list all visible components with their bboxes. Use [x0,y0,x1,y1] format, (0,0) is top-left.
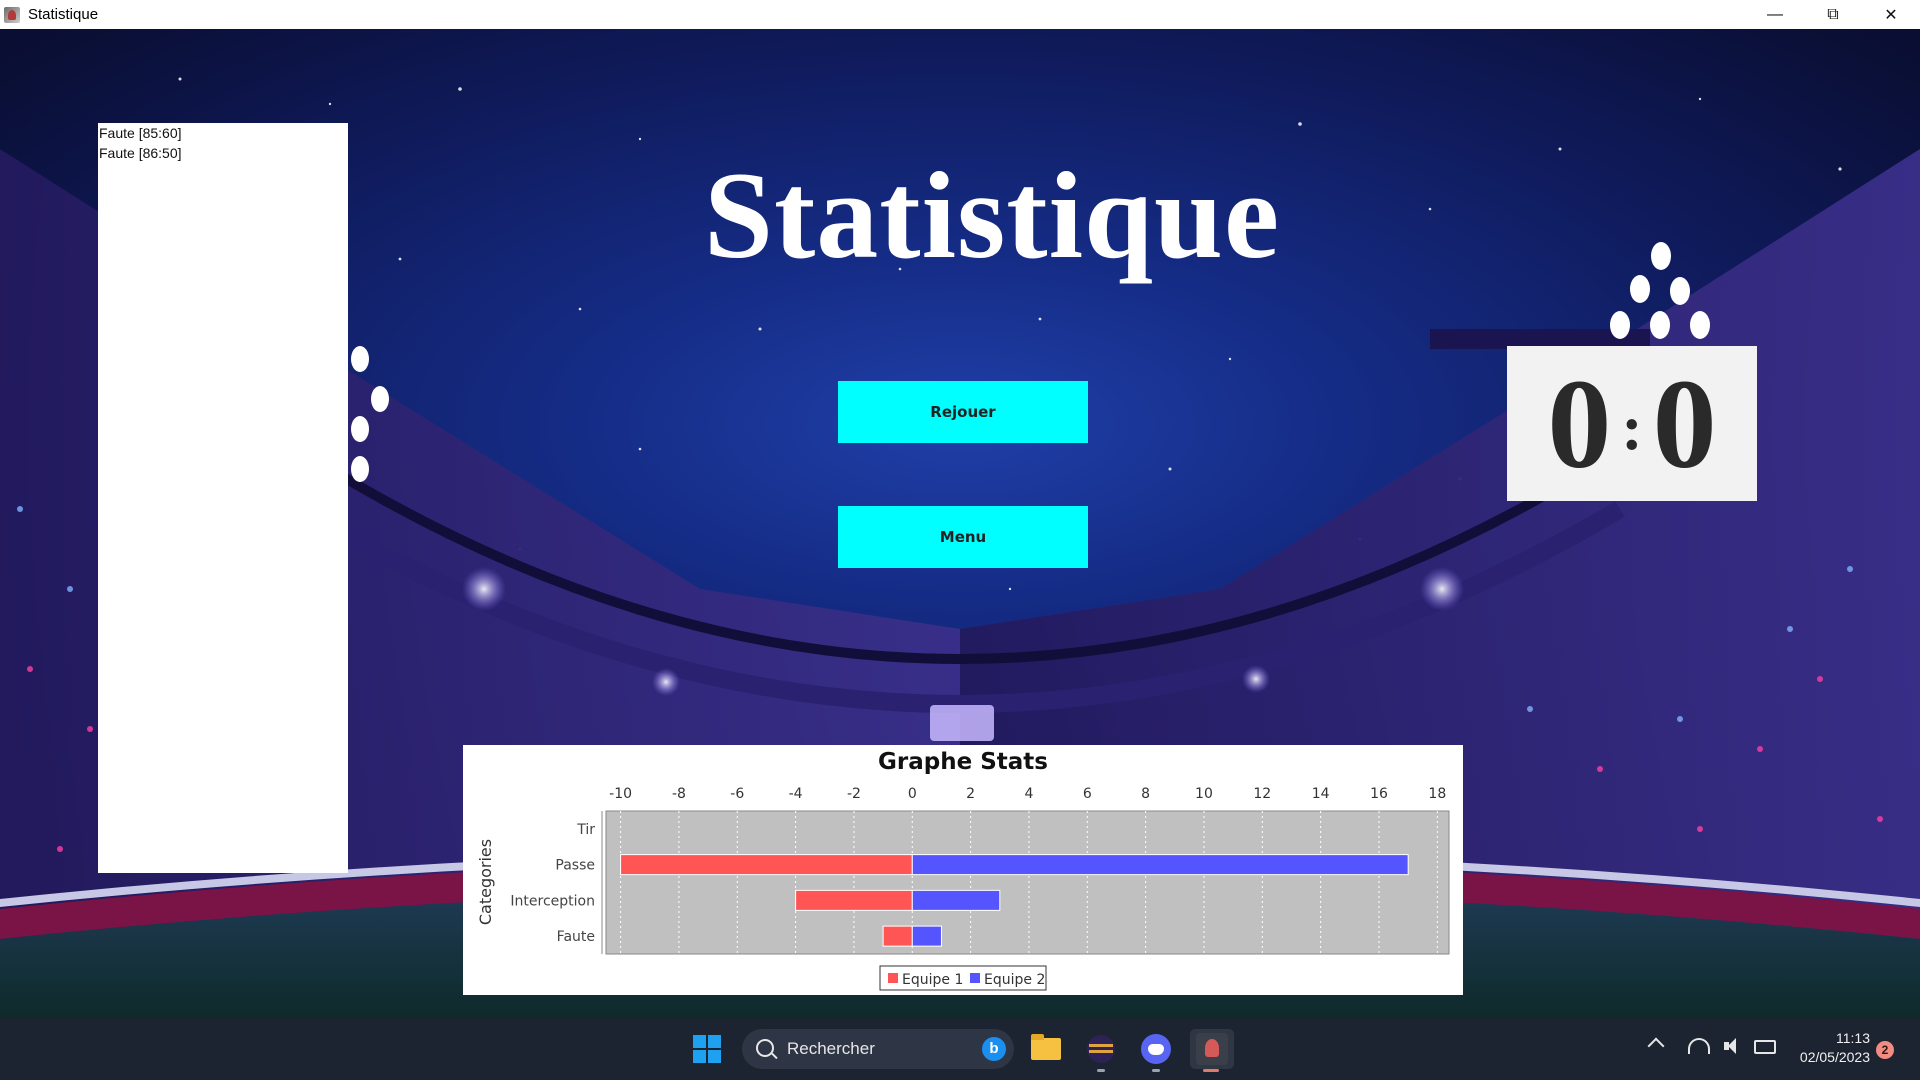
category-label: Faute [557,929,595,945]
windows-logo-tile [708,1050,721,1063]
close-button[interactable]: ✕ [1862,0,1920,29]
score-board: 0 : 0 [1507,346,1757,501]
windows-logo-tile [708,1035,721,1048]
minimize-icon: — [1767,5,1783,23]
log-line: Faute [85:60] [99,125,182,141]
bar-equipe2 [911,854,1409,876]
page-title-text: Statistique [704,147,1280,284]
clock-time: 11:13 [1836,1030,1870,1046]
bar-equipe2 [911,889,1001,911]
file-explorer-button[interactable] [1026,1029,1066,1069]
notification-badge[interactable]: 2 [1876,1041,1894,1059]
x-tick-label: 14 [1312,786,1330,802]
legend-swatch [970,973,980,983]
plot-area [605,810,1450,955]
rejouer-button[interactable]: Rejouer [838,381,1088,443]
tray-overflow-icon[interactable] [1647,1037,1665,1055]
eclipse-icon [1087,1035,1115,1063]
taskbar-search[interactable]: Rechercher b [742,1029,1014,1069]
system-tray[interactable] [1688,1038,1776,1054]
x-tick-label: 16 [1370,786,1388,802]
x-tick-label: -4 [789,786,803,802]
x-tick-label: 10 [1195,786,1213,802]
bing-icon[interactable]: b [982,1037,1006,1061]
page-title: Statistique [0,145,1920,287]
bar-equipe1 [620,854,913,876]
category-label: Tir [576,822,595,838]
category-label: Interception [510,893,595,909]
eclipse-button[interactable] [1081,1029,1121,1072]
clock-date: 02/05/2023 [1799,1049,1870,1065]
close-icon: ✕ [1884,6,1898,24]
active-indicator [1203,1069,1219,1072]
taskbar: Rechercher b 11:13 02/05/2023 2 [0,1018,1920,1080]
running-indicator [1152,1069,1160,1072]
wifi-icon[interactable] [1688,1038,1710,1054]
x-tick-label: -10 [609,786,632,802]
score-team2: 0 [1652,352,1717,495]
stadium-background: Faute [85:60] Faute [86:50] Statistique … [0,29,1920,1018]
x-tick-label: 6 [1083,786,1092,802]
bar-equipe2 [911,925,942,947]
start-button[interactable] [693,1035,723,1065]
folder-icon [1031,1034,1061,1060]
x-tick-label: 0 [908,786,917,802]
bar-equipe1 [882,925,913,947]
restore-icon: ⧉ [1827,5,1839,23]
discord-button[interactable] [1136,1029,1176,1072]
x-tick-label: -2 [847,786,861,802]
windows-logo-tile [693,1050,706,1063]
java-app-icon [1196,1033,1228,1065]
x-tick-label: 8 [1141,786,1150,802]
app-icon [3,6,21,24]
legend-label: Equipe 2 [984,972,1045,988]
windows-logo-tile [693,1035,706,1048]
score-separator: : [1621,391,1643,463]
minimize-button[interactable]: — [1746,0,1804,29]
volume-icon[interactable] [1724,1038,1740,1054]
x-tick-label: 2 [966,786,975,802]
legend-swatch [888,973,898,983]
x-tick-label: 4 [1024,786,1033,802]
java-app-button[interactable] [1190,1029,1234,1072]
legend-label: Equipe 1 [902,972,963,988]
window-titlebar: Statistique — ⧉ ✕ [0,0,1920,30]
score-team1: 0 [1547,352,1612,495]
menu-button[interactable]: Menu [838,506,1088,568]
x-tick-label: -6 [730,786,744,802]
window-controls: — ⧉ ✕ [1746,0,1920,29]
bar-equipe1 [795,889,913,911]
window-title: Statistique [28,6,99,23]
running-indicator [1097,1069,1105,1072]
restore-button[interactable]: ⧉ [1804,0,1862,29]
battery-icon[interactable] [1754,1040,1776,1054]
x-tick-label: 12 [1253,786,1271,802]
y-axis-label: Categories [476,839,495,925]
stats-chart: -10 -8 -6 -4 -2 0 2 4 6 8 10 12 14 16 18 Tir Passe Interc… [476,786,1450,991]
x-tick-label: -8 [672,786,686,802]
x-tick-label: 18 [1428,786,1446,802]
category-label: Passe [555,858,595,874]
discord-icon [1141,1034,1171,1064]
search-icon [756,1039,774,1057]
stats-chart-panel: Graphe Stats -10 -8 -6 -4 -2 0 2 4 6 8 10 12 14 16 18 T… [463,745,1463,995]
search-placeholder: Rechercher [787,1039,875,1058]
clock[interactable]: 11:13 02/05/2023 [1780,1029,1870,1067]
